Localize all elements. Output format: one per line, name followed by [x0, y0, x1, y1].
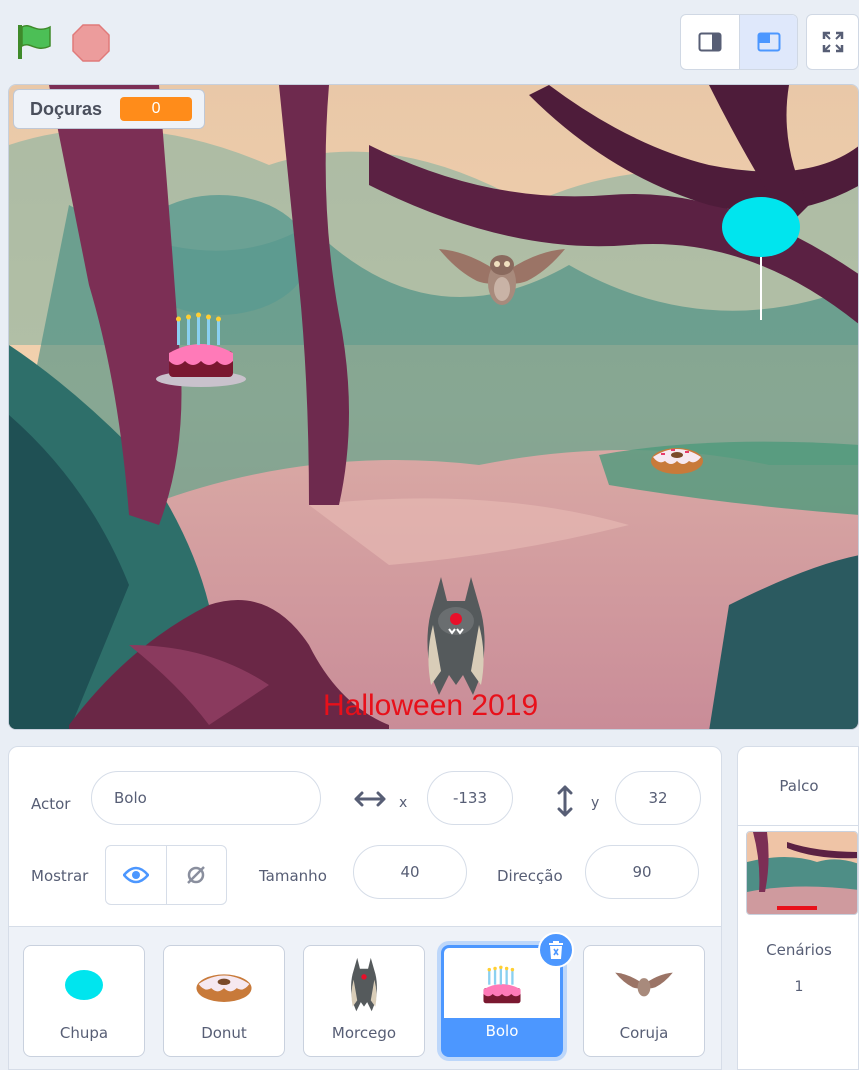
- stage-divider: [738, 825, 859, 826]
- sprite-thumbnail: [444, 954, 560, 1020]
- trash-icon: [549, 941, 563, 959]
- donut-thumbnail: [196, 974, 252, 1002]
- sprite-name-input[interactable]: Bolo: [91, 771, 321, 825]
- sprite-tile-label: Coruja: [619, 1024, 669, 1042]
- direction-input[interactable]: 90: [585, 845, 699, 899]
- sprite-thumbnail: [304, 952, 424, 1018]
- small-stage-icon: [698, 32, 722, 52]
- donut-sprite[interactable]: [649, 441, 705, 475]
- sprite-name-label: Actor: [31, 795, 71, 813]
- stage-header: [0, 0, 859, 84]
- eye-icon: [122, 866, 149, 884]
- fullscreen-button[interactable]: [806, 14, 859, 70]
- x-arrows-icon: [354, 791, 386, 807]
- y-arrows-icon: [557, 785, 573, 817]
- balloon-sprite[interactable]: [721, 195, 801, 325]
- sprite-tile-label: Chupa: [59, 1024, 109, 1042]
- delete-sprite-button[interactable]: [538, 932, 574, 968]
- cake-sprite[interactable]: [155, 311, 247, 387]
- sprite-list: Chupa Donut Morcego Bolo Coruja: [9, 927, 721, 1069]
- show-button[interactable]: [106, 846, 166, 904]
- stage-selector[interactable]: Palco Cenários 1: [737, 746, 859, 1070]
- backdrops-count: 1: [794, 979, 804, 995]
- size-input[interactable]: 40: [353, 845, 467, 899]
- show-label: Mostrar: [31, 867, 89, 885]
- sprite-tile-label: Donut: [201, 1024, 247, 1042]
- fullscreen-icon: [822, 31, 843, 53]
- stage-caption: Halloween 2019: [323, 689, 539, 722]
- green-flag-icon[interactable]: [14, 22, 54, 62]
- sprite-pane: Actor Bolo x -133 y 32 Mostrar Tamanho 4…: [8, 746, 722, 1070]
- sprite-info: Actor Bolo x -133 y 32 Mostrar Tamanho 4…: [9, 747, 721, 927]
- stage-title: Palco: [779, 777, 819, 795]
- cake-thumbnail: [483, 965, 521, 1004]
- size-label: Tamanho: [259, 867, 327, 885]
- sprite-tile-morcego[interactable]: Morcego: [303, 945, 425, 1057]
- sprite-thumbnail: [584, 952, 704, 1018]
- owl-thumbnail: [615, 972, 673, 997]
- sprite-tile-chupa[interactable]: Chupa: [23, 945, 145, 1057]
- sprite-tile-bolo[interactable]: Bolo: [441, 932, 574, 1057]
- hide-button[interactable]: [165, 846, 227, 904]
- x-label: x: [399, 795, 408, 811]
- stop-sign-icon[interactable]: [72, 24, 110, 62]
- bat-sprite[interactable]: [419, 575, 493, 699]
- variable-monitor[interactable]: Doçuras 0: [13, 89, 206, 129]
- backdrop-thumbnail[interactable]: [746, 831, 858, 915]
- stage[interactable]: Doçuras 0 Halloween 2019: [8, 84, 859, 730]
- sprite-tile-donut[interactable]: Donut: [163, 945, 285, 1057]
- x-input[interactable]: -133: [427, 771, 513, 825]
- balloon-thumbnail: [65, 970, 103, 1000]
- y-label: y: [591, 795, 600, 811]
- visibility-toggle: [105, 845, 227, 905]
- sprite-tile-label: Bolo: [485, 1022, 519, 1040]
- sprite-thumbnail: [164, 952, 284, 1018]
- monitor-label: Doçuras: [30, 98, 103, 119]
- direction-label: Direcção: [497, 867, 563, 885]
- backdrops-label: Cenários: [766, 941, 832, 959]
- sprite-tile-label: Morcego: [331, 1024, 397, 1042]
- bat-thumbnail: [351, 957, 377, 1012]
- small-stage-button[interactable]: [681, 15, 739, 69]
- y-input[interactable]: 32: [615, 771, 701, 825]
- eye-slash-icon: [187, 866, 206, 884]
- normal-stage-icon: [757, 32, 780, 52]
- stage-size-toggle: [680, 14, 798, 70]
- owl-sprite[interactable]: [437, 241, 567, 311]
- sprite-thumbnail: [24, 952, 144, 1018]
- backdrop-thumbnail-image: [747, 832, 857, 914]
- monitor-value: 0: [120, 97, 193, 121]
- normal-stage-button[interactable]: [739, 15, 797, 69]
- sprite-tile-coruja[interactable]: Coruja: [583, 945, 705, 1057]
